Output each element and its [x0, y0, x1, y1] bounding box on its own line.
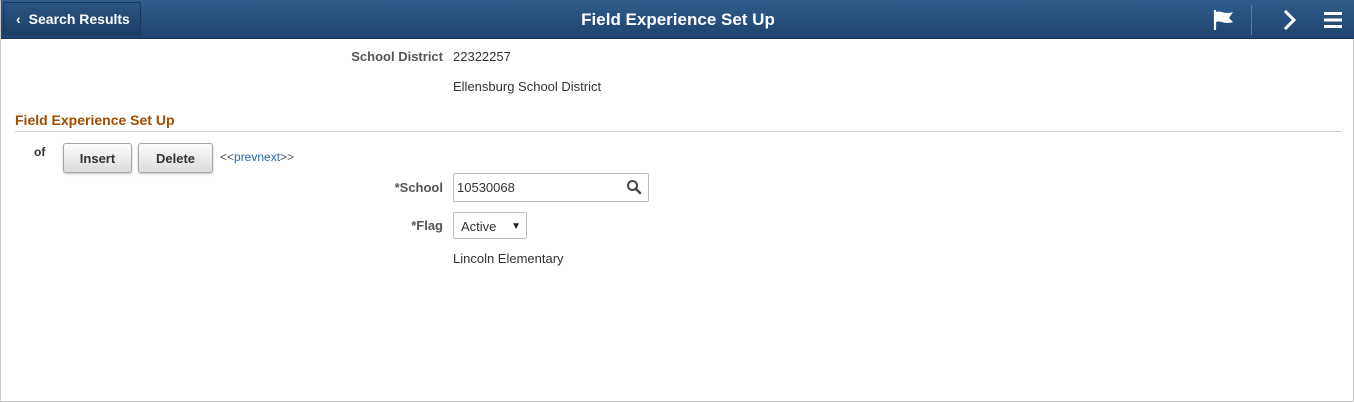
caret-down-icon: ▼: [511, 221, 521, 232]
flag-icon[interactable]: [1201, 0, 1247, 39]
delete-button[interactable]: Delete: [138, 143, 213, 173]
row-counter-label: of: [34, 145, 46, 159]
back-button-label: Search Results: [28, 10, 130, 27]
chevron-right-icon[interactable]: [1267, 0, 1313, 39]
flag-label: *Flag: [411, 218, 443, 233]
chevron-left-icon: ‹: [16, 10, 21, 27]
search-icon[interactable]: [626, 179, 642, 195]
page-title: Field Experience Set Up: [581, 10, 775, 29]
school-name-text: Lincoln Elementary: [453, 251, 564, 266]
school-district-code: 22322257: [453, 49, 511, 64]
nav-open-arrows: <<: [220, 150, 235, 164]
insert-button[interactable]: Insert: [63, 143, 132, 173]
school-input-value: 10530068: [457, 180, 515, 195]
search-results-back-button[interactable]: ‹ Search Results: [3, 2, 141, 35]
school-label: *School: [394, 180, 443, 195]
header-separator: [1251, 5, 1252, 35]
header-bar: ‹ Search Results Field Experience Set Up: [1, 0, 1354, 39]
flag-select[interactable]: Active ▼: [453, 212, 527, 239]
section-title: Field Experience Set Up: [15, 112, 175, 128]
nav-close-arrows: >>: [280, 150, 295, 164]
section-divider: [15, 131, 1342, 132]
page: ‹ Search Results Field Experience Set Up…: [0, 0, 1354, 402]
row-navigation: <<prevnext>>: [220, 150, 294, 164]
next-link[interactable]: next: [257, 150, 280, 164]
prev-link[interactable]: prev: [234, 150, 257, 164]
school-district-name: Ellensburg School District: [453, 79, 602, 94]
flag-select-value: Active: [461, 219, 497, 234]
school-district-label: School District: [351, 49, 443, 64]
hamburger-menu-icon[interactable]: [1313, 0, 1353, 39]
school-input[interactable]: 10530068: [453, 173, 649, 202]
